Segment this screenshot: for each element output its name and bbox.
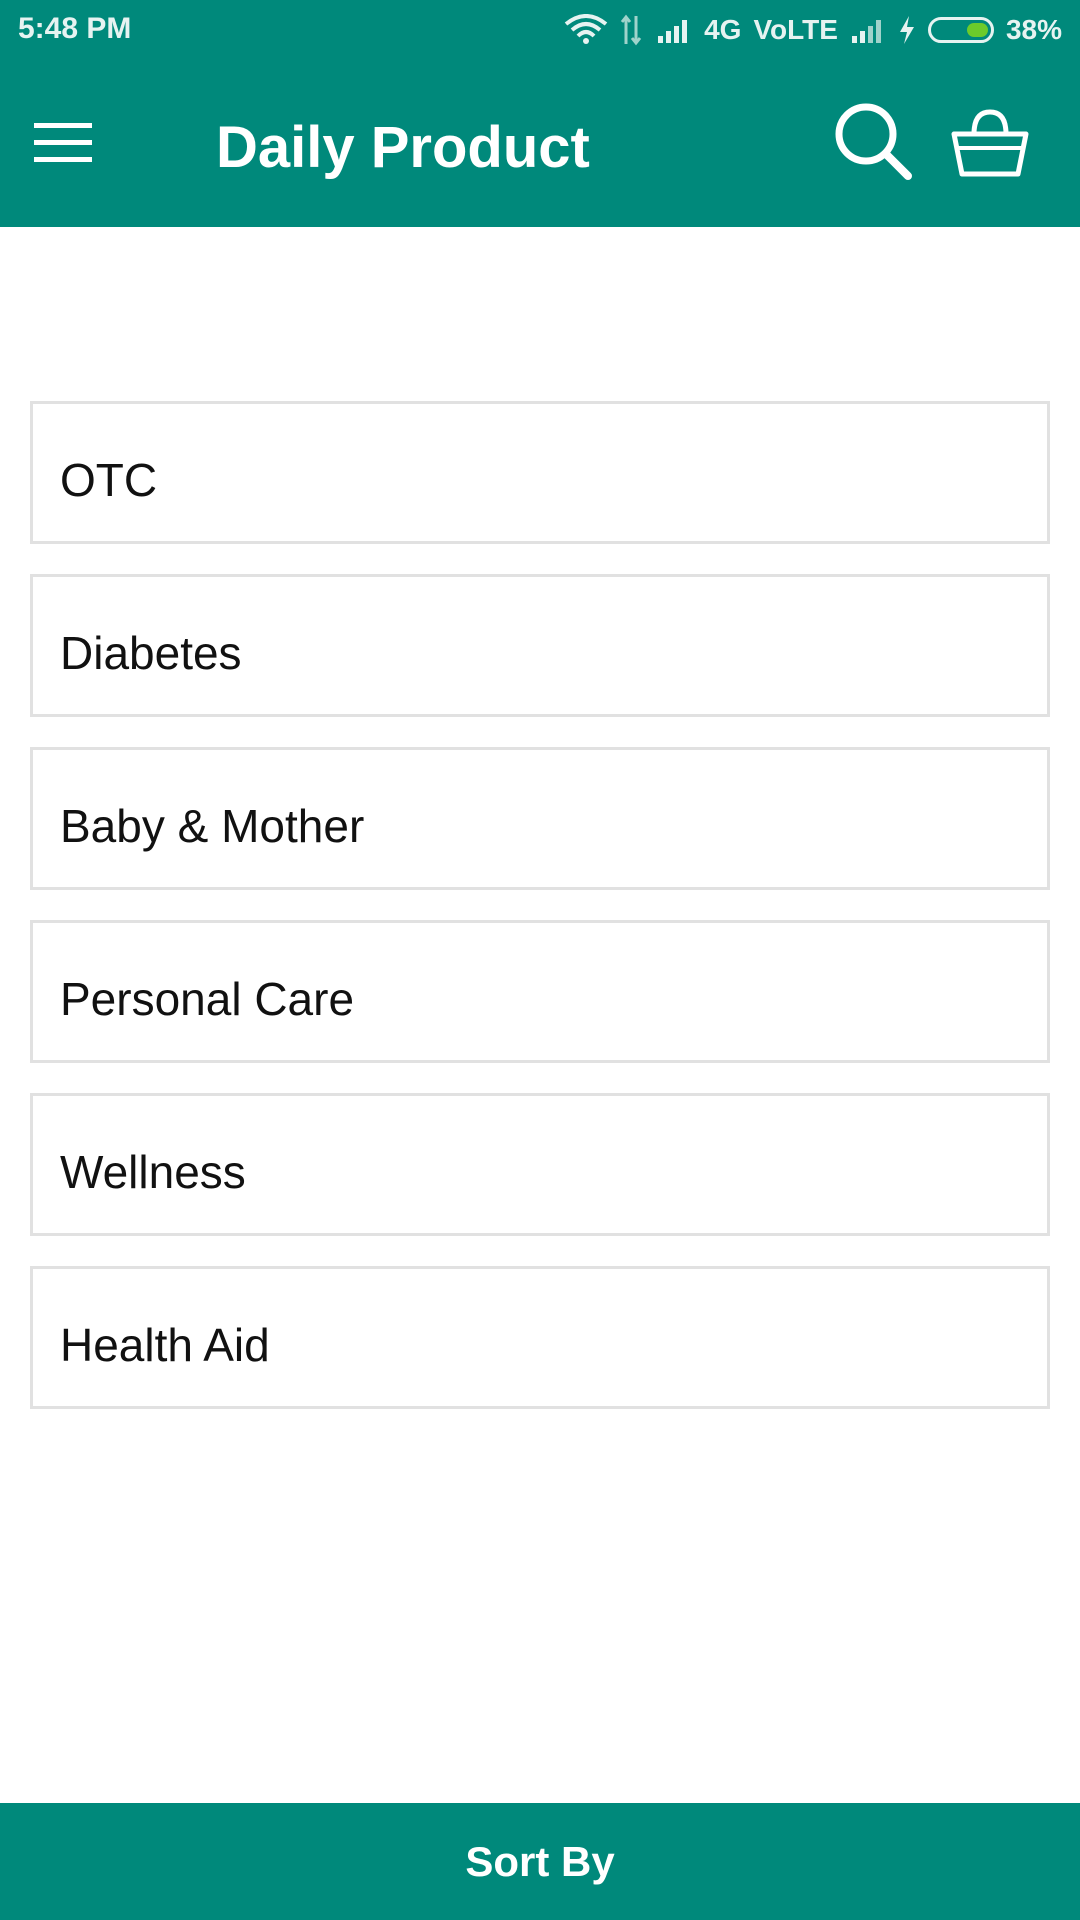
category-label: Diabetes [60, 626, 242, 679]
charging-icon [898, 15, 916, 45]
search-icon [832, 103, 916, 188]
category-label: Health Aid [60, 1318, 270, 1371]
category-list: OTC Diabetes Baby & Mother Personal Care… [30, 401, 1050, 1439]
menu-icon [34, 121, 92, 170]
app-bar: Daily Product [0, 60, 1080, 227]
category-item-diabetes[interactable]: Diabetes [30, 574, 1050, 717]
status-bar: 5:48 PM 4G VoLTE 38% [0, 0, 1080, 60]
status-time: 5:48 PM [18, 12, 132, 45]
wifi-icon [564, 14, 608, 46]
signal-icon [850, 16, 886, 44]
category-label: Personal Care [60, 972, 355, 1025]
signal-icon [656, 16, 692, 44]
battery-percent: 38% [1005, 14, 1062, 45]
category-item-wellness[interactable]: Wellness [30, 1093, 1050, 1236]
category-label: OTC [60, 453, 158, 506]
battery-icon [927, 17, 994, 43]
battery-level-fill [966, 23, 988, 37]
sort-by-button[interactable]: Sort By [0, 1803, 1080, 1920]
category-label: Wellness [60, 1145, 246, 1198]
data-arrows-icon [620, 14, 644, 46]
search-button[interactable] [832, 100, 922, 190]
page-title: Daily Product [216, 115, 590, 180]
category-label: Baby & Mother [60, 799, 365, 852]
category-item-baby-mother[interactable]: Baby & Mother [30, 747, 1050, 890]
volte-label: VoLTE [753, 14, 838, 45]
sort-by-label: Sort By [465, 1837, 615, 1885]
menu-button[interactable] [34, 100, 134, 190]
cart-button[interactable] [950, 106, 1040, 186]
category-item-otc[interactable]: OTC [30, 401, 1050, 544]
network-type: 4G [704, 14, 742, 45]
status-icons: 4G VoLTE 38% [564, 10, 1062, 50]
basket-icon [950, 109, 1030, 184]
category-item-health-aid[interactable]: Health Aid [30, 1266, 1050, 1409]
category-item-personal-care[interactable]: Personal Care [30, 920, 1050, 1063]
